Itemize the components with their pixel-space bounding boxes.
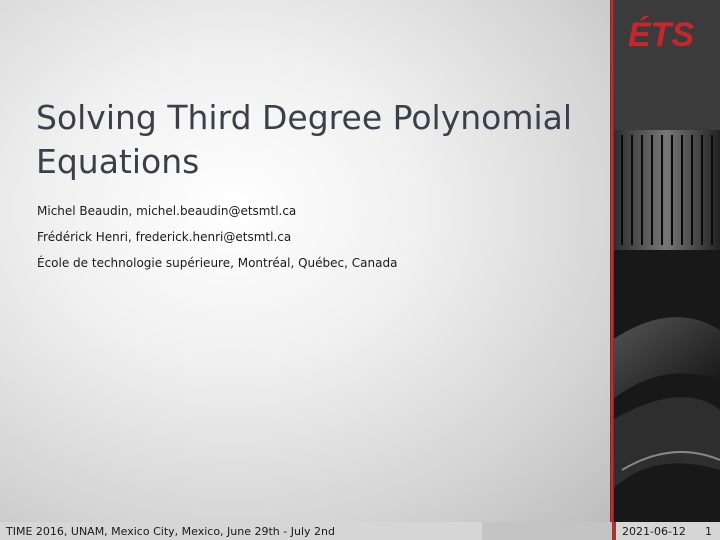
ets-logo-text: ÉTS — [628, 16, 694, 54]
footer-divider — [612, 522, 616, 540]
abstract-sculpture-image — [612, 0, 720, 522]
footer-segment — [482, 522, 612, 540]
page-number: 1 — [705, 525, 712, 538]
author-line-1: Michel Beaudin, michel.beaudin@etsmtl.ca — [37, 204, 297, 218]
slide-title: Solving Third Degree Polynomial Equation… — [36, 98, 573, 181]
author-line-2: Frédérick Henri, frederick.henri@etsmtl.… — [37, 230, 292, 244]
footer-conference: TIME 2016, UNAM, Mexico City, Mexico, Ju… — [6, 525, 335, 538]
decorative-photo-panel — [612, 0, 720, 522]
author-line-3: École de technologie supérieure, Montréa… — [37, 256, 398, 270]
panel-divider — [610, 0, 614, 540]
ets-logo: ÉTS — [628, 16, 694, 54]
footer-date: 2021-06-12 — [622, 525, 686, 538]
